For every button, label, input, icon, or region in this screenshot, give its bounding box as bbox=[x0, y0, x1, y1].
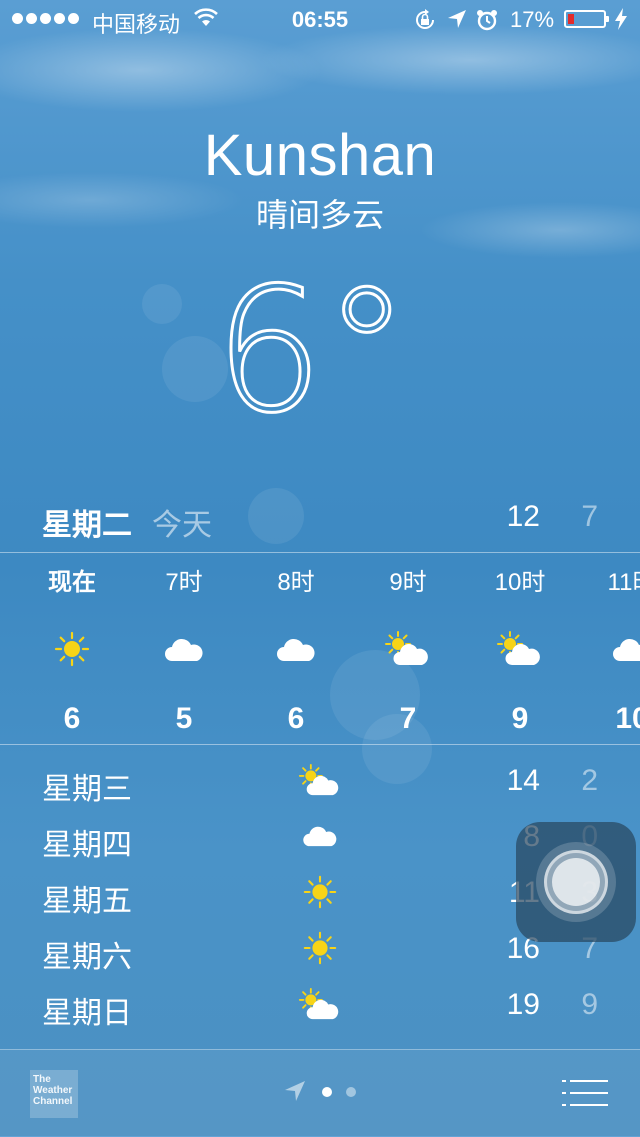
day-name: 星期五 bbox=[42, 885, 132, 918]
sun-icon bbox=[296, 872, 344, 912]
hour-temp: 6 bbox=[63, 702, 81, 735]
day-high: 19 bbox=[506, 988, 540, 1021]
status-bar: 中国移动 06:55 17% bbox=[0, 0, 640, 40]
hourly-item: 11时 10 bbox=[572, 566, 640, 736]
partly-cloudy-icon bbox=[348, 624, 468, 674]
divider bbox=[0, 744, 640, 745]
charging-bolt-icon bbox=[614, 8, 628, 36]
day-name: 星期三 bbox=[42, 773, 132, 806]
svg-text:6°: 6° bbox=[220, 252, 410, 432]
weather-condition: 晴间多云 bbox=[255, 197, 384, 233]
cloud-icon bbox=[572, 624, 640, 674]
assistive-touch-button[interactable] bbox=[516, 822, 636, 942]
lens-flare bbox=[142, 284, 182, 324]
hour-temp: 7 bbox=[399, 702, 417, 735]
today-day-name: 星期二 bbox=[42, 509, 132, 542]
partly-cloudy-icon bbox=[460, 624, 580, 674]
hour-label: 7时 bbox=[165, 569, 203, 596]
rotation-lock-icon bbox=[414, 9, 436, 37]
lens-flare bbox=[248, 488, 304, 544]
day-name: 星期四 bbox=[42, 829, 132, 862]
hour-label: 9时 bbox=[389, 569, 427, 596]
cloud-icon bbox=[124, 624, 244, 674]
partly-cloudy-icon bbox=[296, 760, 344, 800]
sun-icon bbox=[12, 624, 132, 674]
today-high: 12 bbox=[506, 500, 540, 533]
hour-temp: 9 bbox=[511, 702, 529, 735]
hour-label: 8时 bbox=[277, 569, 315, 596]
hourly-item: 7时 5 bbox=[124, 566, 244, 736]
partly-cloudy-icon bbox=[296, 984, 344, 1024]
location-arrow-icon bbox=[447, 9, 467, 35]
day-high: 14 bbox=[506, 764, 540, 797]
day-name: 星期日 bbox=[42, 997, 132, 1030]
hourly-item: 8时 6 bbox=[236, 566, 356, 736]
day-low: 2 bbox=[581, 764, 598, 797]
daily-row: 星期三 14 2 bbox=[0, 756, 640, 812]
hourly-item: 现在 6 bbox=[12, 566, 132, 736]
day-name: 星期六 bbox=[42, 941, 132, 974]
hourly-item: 10时 9 bbox=[460, 566, 580, 736]
city-list-icon[interactable] bbox=[562, 1078, 610, 1113]
battery-percent: 17% bbox=[510, 7, 555, 32]
lens-flare bbox=[162, 336, 228, 402]
page-indicator-dot-active[interactable] bbox=[322, 1087, 332, 1097]
cloud-icon bbox=[296, 816, 344, 856]
day-low: 9 bbox=[581, 988, 598, 1021]
page-indicator-dot[interactable] bbox=[346, 1087, 356, 1097]
cloud-icon bbox=[236, 624, 356, 674]
daily-row: 星期日 19 9 bbox=[0, 980, 640, 1036]
hour-label: 11时 bbox=[607, 569, 640, 596]
current-location-icon[interactable] bbox=[284, 1080, 306, 1107]
current-temperature: 6° bbox=[213, 249, 420, 453]
today-low: 7 bbox=[581, 500, 598, 533]
hour-label: 10时 bbox=[494, 569, 546, 596]
weather-channel-logo[interactable]: The Weather Channel bbox=[30, 1070, 78, 1118]
hour-label: 现在 bbox=[48, 569, 96, 596]
today-label: 今天 bbox=[152, 509, 212, 542]
bottom-toolbar: The Weather Channel bbox=[0, 1049, 640, 1137]
hour-temp: 10 bbox=[615, 702, 640, 735]
alarm-icon bbox=[476, 9, 498, 37]
battery-icon bbox=[564, 10, 609, 28]
hourly-item: 9时 7 bbox=[348, 566, 468, 736]
divider bbox=[0, 552, 640, 553]
sun-icon bbox=[296, 928, 344, 968]
hour-temp: 5 bbox=[175, 702, 193, 735]
city-name: Kunshan bbox=[203, 123, 437, 188]
hour-temp: 6 bbox=[287, 702, 305, 735]
